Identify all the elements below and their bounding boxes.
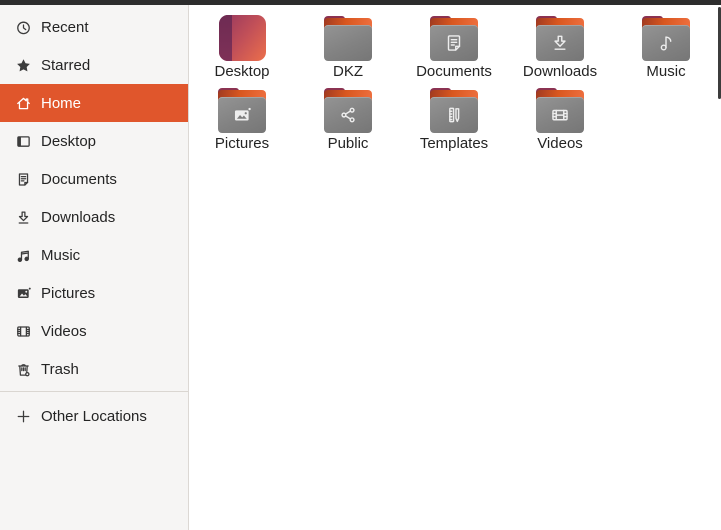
sidebar-separator — [0, 391, 188, 392]
file-item-label: Public — [327, 135, 369, 152]
plus-icon — [15, 408, 32, 425]
folder-icon — [536, 16, 584, 61]
sidebar-item-pictures[interactable]: Pictures — [0, 274, 188, 312]
sidebar-item-label: Other Locations — [41, 407, 147, 425]
file-pane: Desktop DKZ Documents Downloads Music Picture… — [189, 5, 721, 530]
file-item-label: Documents — [416, 63, 492, 80]
sidebar-item-label: Pictures — [41, 284, 96, 302]
documents-icon — [15, 171, 32, 188]
star-icon — [15, 57, 32, 74]
template-emblem — [443, 104, 465, 126]
trash-icon — [15, 361, 32, 378]
sidebar-item-documents[interactable]: Documents — [0, 160, 188, 198]
recent-icon — [15, 19, 32, 36]
home-icon — [15, 95, 32, 112]
folder-icon — [218, 88, 266, 133]
file-icon-wrap — [218, 14, 266, 61]
music-emblem — [655, 32, 677, 54]
sidebar: Recent Starred Home Desktop Documents Downloa… — [0, 5, 189, 530]
sidebar-item-label: Starred — [41, 56, 91, 74]
folder-icon — [430, 16, 478, 61]
file-grid: Desktop DKZ Documents Downloads Music Picture… — [189, 14, 721, 158]
film-emblem — [549, 104, 571, 126]
file-icon-wrap — [430, 14, 478, 61]
sidebar-item-desktop[interactable]: Desktop — [0, 122, 188, 160]
folder-icon — [324, 16, 372, 61]
file-item-label: DKZ — [333, 63, 363, 80]
sidebar-item-trash[interactable]: Trash — [0, 350, 188, 388]
sidebar-item-label: Documents — [41, 170, 117, 188]
file-item-label: Pictures — [214, 135, 270, 152]
file-item-downloads[interactable]: Downloads — [507, 14, 613, 86]
folder-icon — [430, 88, 478, 133]
sidebar-item-label: Downloads — [41, 208, 116, 226]
pictures-icon — [15, 285, 32, 302]
file-icon-wrap — [536, 86, 584, 133]
folder-icon — [324, 88, 372, 133]
file-item-videos[interactable]: Videos — [507, 86, 613, 158]
sidebar-item-downloads[interactable]: Downloads — [0, 198, 188, 236]
sidebar-item-label: Desktop — [41, 132, 97, 150]
download-emblem — [549, 32, 571, 54]
sidebar-item-other-locations[interactable]: Other Locations — [0, 397, 188, 435]
sidebar-item-label: Trash — [41, 360, 79, 378]
document-emblem — [443, 32, 465, 54]
file-item-desktop[interactable]: Desktop — [189, 14, 295, 86]
sidebar-item-label: Recent — [41, 18, 89, 36]
file-icon-wrap — [642, 14, 690, 61]
window-content: Recent Starred Home Desktop Documents Downloa… — [0, 5, 721, 530]
picture-emblem — [231, 104, 253, 126]
downloads-icon — [15, 209, 32, 226]
folder-icon — [642, 16, 690, 61]
desktop-icon — [15, 133, 32, 150]
file-item-dkz[interactable]: DKZ — [295, 14, 401, 86]
sidebar-item-label: Videos — [41, 322, 87, 340]
file-icon-wrap — [324, 14, 372, 61]
file-item-label: Templates — [419, 135, 489, 152]
file-icon-wrap — [430, 86, 478, 133]
files-window: Recent Starred Home Desktop Documents Downloa… — [0, 0, 721, 530]
file-item-label: Downloads — [522, 63, 598, 80]
sidebar-item-recent[interactable]: Recent — [0, 8, 188, 46]
file-item-label: Music — [646, 63, 686, 80]
videos-icon — [15, 323, 32, 340]
sidebar-item-music[interactable]: Music — [0, 236, 188, 274]
sidebar-item-home[interactable]: Home — [0, 84, 188, 122]
file-icon-wrap — [536, 14, 584, 61]
file-icon-wrap — [324, 86, 372, 133]
music-icon — [15, 247, 32, 264]
file-item-documents[interactable]: Documents — [401, 14, 507, 86]
desktop-gradient-icon — [218, 15, 266, 61]
sidebar-list: Recent Starred Home Desktop Documents Downloa… — [0, 8, 188, 388]
file-item-pictures[interactable]: Pictures — [189, 86, 295, 158]
file-item-templates[interactable]: Templates — [401, 86, 507, 158]
share-emblem — [337, 104, 359, 126]
file-icon-wrap — [218, 86, 266, 133]
sidebar-item-videos[interactable]: Videos — [0, 312, 188, 350]
folder-icon — [536, 88, 584, 133]
sidebar-item-label: Home — [41, 94, 82, 112]
file-item-label: Videos — [537, 135, 583, 152]
sidebar-item-label: Music — [41, 246, 81, 264]
file-item-public[interactable]: Public — [295, 86, 401, 158]
file-item-label: Desktop — [214, 63, 270, 80]
sidebar-item-starred[interactable]: Starred — [0, 46, 188, 84]
sidebar-footer: Other Locations — [0, 397, 188, 435]
file-item-music[interactable]: Music — [613, 14, 719, 86]
